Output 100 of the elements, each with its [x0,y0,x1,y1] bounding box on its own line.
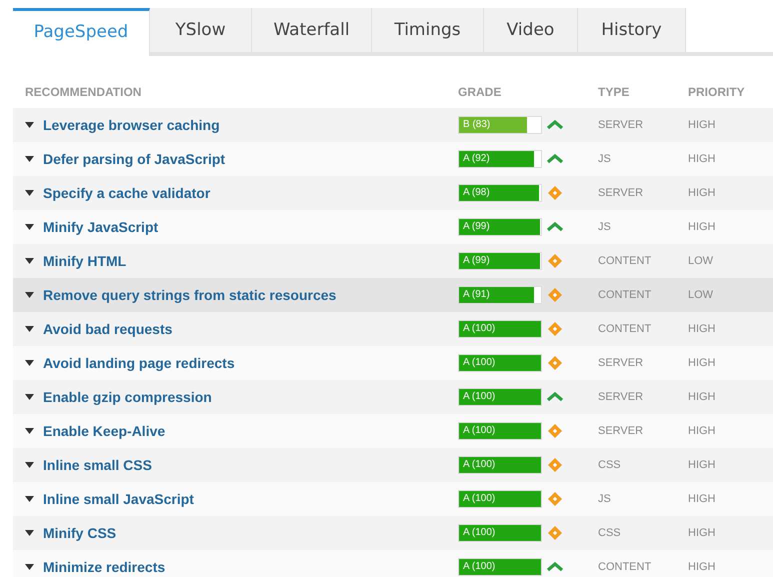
grade-label: A (92) [463,152,490,166]
recommendation-link[interactable]: Specify a cache validator [43,185,210,201]
type-label: CONTENT [598,561,652,573]
recommendation-link[interactable]: Enable Keep-Alive [43,423,166,439]
caret-icon[interactable] [25,530,34,536]
recommendation-link[interactable]: Avoid bad requests [43,321,172,337]
priority-label: HIGH [688,391,716,403]
grade-label: A (91) [463,288,490,302]
priority-label: LOW [688,255,714,267]
table-row[interactable]: Minimize redirects A (100) CONTENT HIGH [13,550,773,577]
table-row[interactable]: Avoid landing page redirects A (100) SERVER HIGH [13,346,773,380]
caret-icon[interactable] [25,292,34,298]
type-label: CSS [598,527,622,539]
chevron-up-icon [547,222,563,232]
chevron-up-icon [547,154,563,164]
caret-icon[interactable] [25,224,34,230]
type-label: JS [598,153,612,165]
grade-label: A (100) [463,560,496,574]
table-row[interactable]: Enable Keep-Alive A (100) SERVER HIGH [13,414,773,448]
table-row[interactable]: Inline small CSS A (100) CSS HIGH [13,448,773,482]
caret-icon[interactable] [25,360,34,366]
type-label: SERVER [598,425,644,437]
tab[interactable]: Video [484,8,578,52]
diamond-icon [547,491,563,507]
caret-icon[interactable] [25,326,34,332]
recommendation-link[interactable]: Leverage browser caching [43,117,220,133]
caret-icon[interactable] [25,190,34,196]
type-label: CONTENT [598,323,652,335]
table-row[interactable]: Minify HTML A (99) CONTENT LOW [13,244,773,278]
recommendation-link[interactable]: Minify HTML [43,253,126,269]
table-row[interactable]: Leverage browser caching B (83) SERVER HIGH [13,108,773,142]
priority-label: HIGH [688,153,716,165]
type-label: SERVER [598,391,644,403]
type-label: SERVER [598,119,644,131]
tab[interactable]: Timings [372,8,484,52]
caret-icon[interactable] [25,156,34,162]
grade-label: A (100) [463,322,496,336]
table-row[interactable]: Enable gzip compression A (100) SERVER HIGH [13,380,773,414]
diamond-icon [547,457,563,473]
grade-label: A (100) [463,458,496,472]
priority-label: LOW [688,289,714,301]
tab[interactable]: Waterfall [252,8,372,52]
chevron-up-icon [547,562,563,572]
table-row[interactable]: Specify a cache validator A (98) SERVER HIGH [13,176,773,210]
grade-label: A (99) [463,254,490,268]
column-header: RECOMMENDATION [24,85,142,99]
diamond-icon [547,355,563,371]
table-row[interactable]: Inline small JavaScript A (100) JS HIGH [13,482,773,516]
caret-icon[interactable] [25,258,34,264]
column-header: PRIORITY [688,85,746,99]
caret-icon[interactable] [25,496,34,502]
diamond-icon [547,185,563,201]
recommendation-link[interactable]: Inline small JavaScript [43,491,194,507]
table-row[interactable]: Minify JavaScript A (99) JS HIGH [13,210,773,244]
recommendation-link[interactable]: Avoid landing page redirects [43,355,235,371]
caret-icon[interactable] [25,394,34,400]
table-row[interactable]: Remove query strings from static resources A (91) CONTENT LOW [13,278,773,312]
diamond-icon [547,423,563,439]
type-label: JS [598,493,612,505]
diamond-icon [547,287,563,303]
priority-label: HIGH [688,187,716,199]
caret-icon[interactable] [25,428,34,434]
tab[interactable]: PageSpeed [13,8,150,56]
recommendation-link[interactable]: Minimize redirects [43,559,166,575]
table-row[interactable]: Defer parsing of JavaScript A (92) JS HIGH [13,142,773,176]
recommendation-link[interactable]: Remove query strings from static resources [43,287,336,303]
caret-icon[interactable] [25,564,34,570]
grade-label: A (100) [463,356,496,370]
priority-label: HIGH [688,357,716,369]
diamond-icon [547,321,563,337]
recommendation-link[interactable]: Defer parsing of JavaScript [43,151,226,167]
priority-label: HIGH [688,527,716,539]
recommendation-link[interactable]: Minify JavaScript [43,219,158,235]
grade-label: A (99) [463,220,490,234]
tab[interactable]: History [578,8,686,52]
table-row[interactable]: Minify CSS A (100) CSS HIGH [13,516,773,550]
caret-icon[interactable] [25,122,34,128]
grade-label: B (83) [463,118,490,132]
recommendation-link[interactable]: Minify CSS [43,525,116,541]
table-row[interactable]: Avoid bad requests A (100) CONTENT HIGH [13,312,773,346]
chevron-up-icon [547,120,563,130]
priority-label: HIGH [688,323,716,335]
priority-label: HIGH [688,561,716,573]
recommendation-link[interactable]: Inline small CSS [43,457,152,473]
diamond-icon [547,525,563,541]
priority-label: HIGH [688,221,716,233]
diamond-icon [547,253,563,269]
tab[interactable]: YSlow [150,8,252,52]
recommendation-link[interactable]: Enable gzip compression [43,389,212,405]
priority-label: HIGH [688,119,716,131]
grade-label: A (100) [463,526,496,540]
column-header: TYPE [598,85,630,99]
type-label: CSS [598,459,622,471]
grade-label: A (100) [463,424,496,438]
grade-label: A (100) [463,492,496,506]
priority-label: HIGH [688,425,716,437]
grade-label: A (98) [463,186,490,200]
caret-icon[interactable] [25,462,34,468]
column-header: GRADE [458,85,502,99]
type-label: CONTENT [598,255,652,267]
